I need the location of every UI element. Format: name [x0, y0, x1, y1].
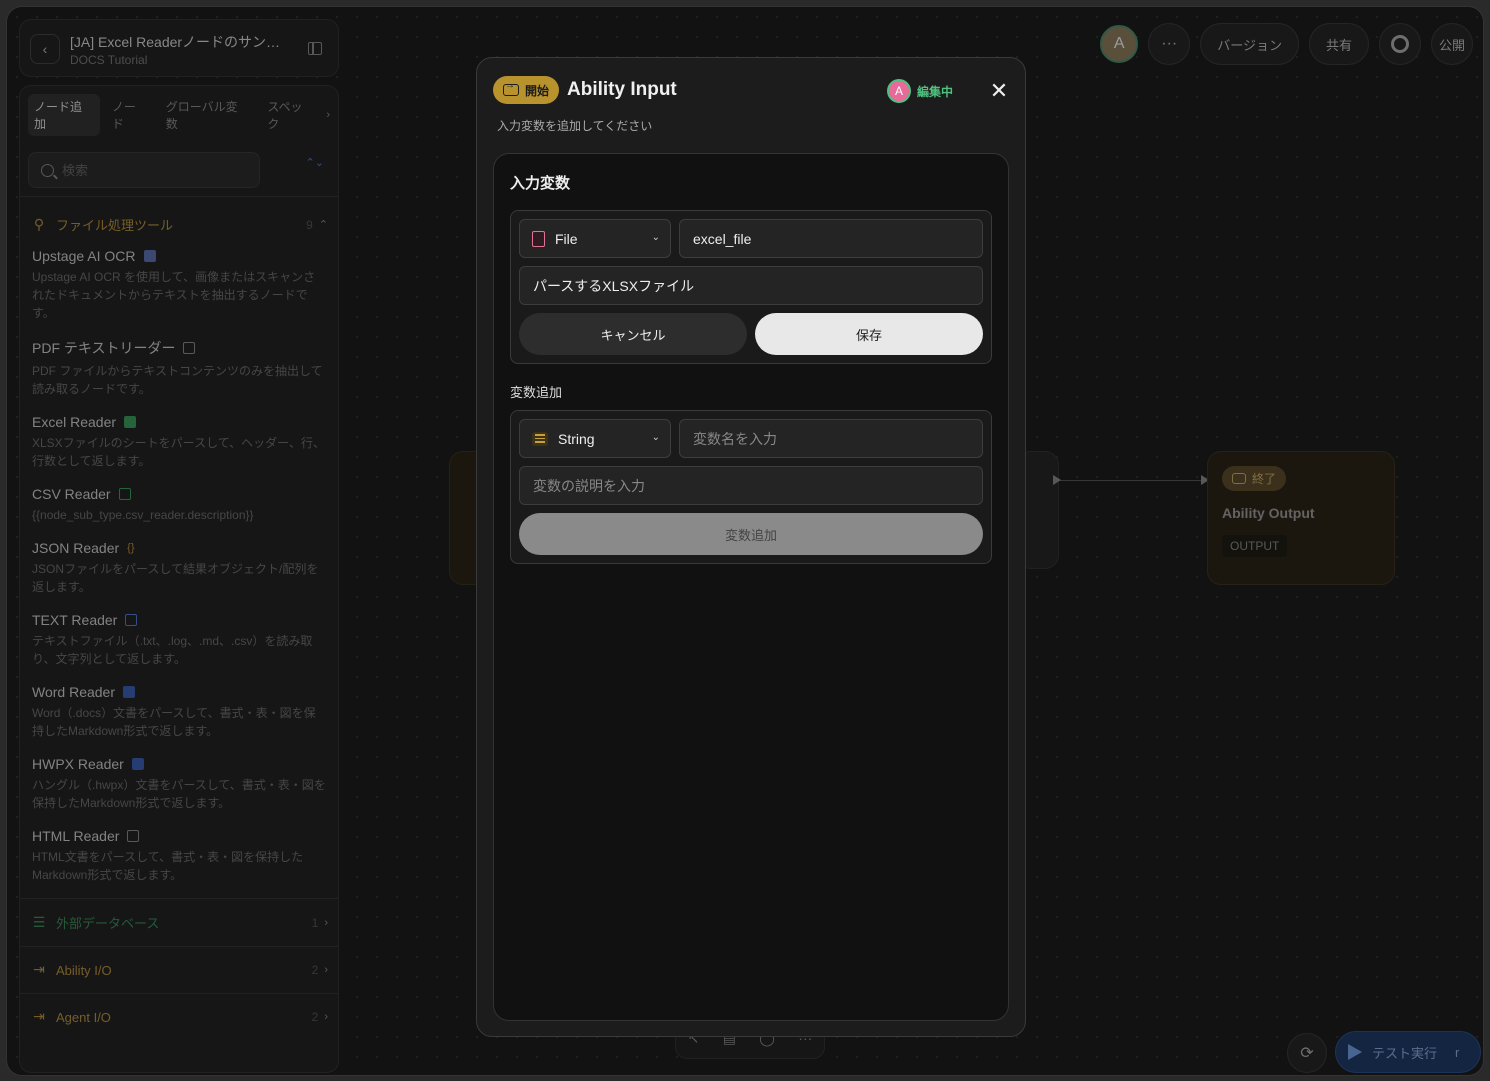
- variable-card: File ⌄ キャンセル 保存: [510, 210, 992, 364]
- new-variable-description-input[interactable]: [519, 466, 983, 505]
- modal-subtitle: 入力変数を追加してください: [497, 119, 653, 133]
- type-select-file[interactable]: File ⌄: [519, 219, 671, 258]
- enter-icon: [503, 80, 519, 96]
- variable-description-input[interactable]: [519, 266, 983, 305]
- new-variable-name-input[interactable]: [679, 419, 983, 458]
- editor-avatar: A: [887, 79, 911, 103]
- close-button[interactable]: ✕: [987, 80, 1011, 104]
- variable-name-input[interactable]: [679, 219, 983, 258]
- add-variable-button[interactable]: 変数追加: [519, 513, 983, 555]
- cancel-button[interactable]: キャンセル: [519, 313, 747, 355]
- editing-status: A 編集中: [887, 79, 953, 103]
- chevron-down-icon: ⌄: [651, 432, 660, 443]
- add-variable-title: 変数追加: [510, 385, 563, 400]
- variables-panel: 入力変数 File ⌄ キャンセル 保存 変数追加 String ⌄: [493, 153, 1009, 1021]
- modal-title: Ability Input: [567, 79, 677, 100]
- app-frame: 終了 Ability Output OUTPUT A ··· バージョン 共有 …: [6, 6, 1484, 1076]
- close-icon: ✕: [989, 78, 1009, 103]
- add-variable-card: String ⌄ 変数追加: [510, 410, 992, 564]
- start-badge: 開始: [493, 76, 560, 104]
- file-icon: [532, 230, 545, 247]
- chevron-down-icon: ⌄: [651, 232, 660, 243]
- section-title: 入力変数: [510, 175, 571, 192]
- save-button[interactable]: 保存: [755, 313, 983, 355]
- type-select-string[interactable]: String ⌄: [519, 419, 671, 458]
- ability-input-modal: 開始 Ability Input A 編集中 ✕ 入力変数を追加してください 入…: [476, 57, 1026, 1037]
- text-icon: [532, 431, 548, 446]
